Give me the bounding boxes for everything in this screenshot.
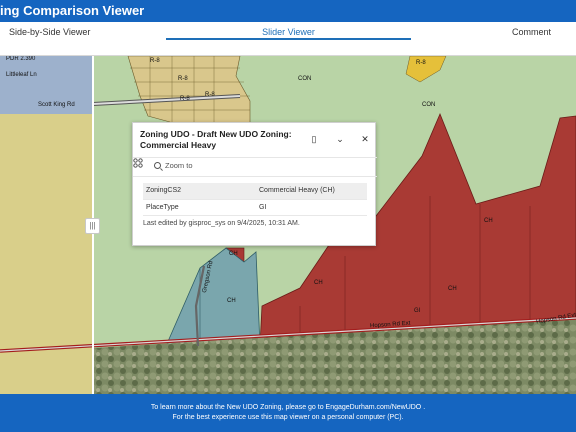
map-label-littleleaf: Littleleaf Ln (6, 72, 37, 78)
tab-side-by-side-label: Side-by-Side Viewer (9, 27, 91, 37)
map-label-ch-e: CH (227, 298, 236, 304)
map-label-r8-c: R-8 (205, 92, 215, 98)
field-key: ZoningCS2 (143, 183, 256, 200)
zoom-to-label: Zoom to (165, 161, 193, 170)
footer-line-1: To learn more about the New UDO Zoning, … (150, 404, 426, 411)
dock-icon[interactable]: ▯ (307, 133, 321, 145)
popup-title: Zoning UDO - Draft New UDO Zoning: Comme… (140, 129, 292, 150)
chevron-down-icon[interactable]: ⌄ (333, 133, 347, 145)
map-view[interactable]: PDR 2.390 Littleleaf Ln Scott King Rd R-… (0, 56, 576, 394)
field-value: Commercial Heavy (CH) (256, 183, 367, 200)
map-label-con-a: CON (422, 102, 436, 108)
map-label-ch-b: CH (448, 286, 457, 292)
field-key: PlaceType (143, 199, 256, 216)
search-icon (154, 162, 161, 169)
map-label-pdr: PDR 2.390 (6, 56, 36, 62)
tab-side-by-side[interactable]: Side-by-Side Viewer (0, 22, 166, 56)
map-label-gi: GI (414, 308, 421, 314)
map-label-r8-a: R-8 (150, 58, 160, 64)
drag-handle-icon[interactable]: ||| (85, 218, 100, 234)
map-label-ch-c: CH (314, 280, 323, 286)
yellow-zone (0, 114, 93, 394)
tab-comment-label: Comment (511, 27, 551, 37)
footer-line-2: For the best experience use this map vie… (172, 414, 404, 421)
app-title: ing Comparison Viewer (0, 3, 145, 18)
close-icon[interactable]: ✕ (358, 133, 372, 145)
app-header: ing Comparison Viewer (0, 0, 576, 22)
map-label-con-b: CON (298, 76, 312, 82)
attribute-table: ZoningCS2 Commercial Heavy (CH) PlaceTyp… (143, 183, 367, 216)
map-label-ch-d: CH (229, 251, 238, 257)
viewer-tabs: Side-by-Side Viewer Slider Viewer Commen… (0, 22, 576, 56)
map-label-r8-b: R-8 (178, 76, 188, 82)
last-edited-note: Last edited by gisproc_sys on 9/4/2025, … (143, 220, 300, 227)
zoom-to-button[interactable]: Zoom to (154, 161, 193, 174)
popup-actions-bar: Zoom to (133, 157, 377, 177)
map-label-r8-e: R-8 (416, 60, 426, 66)
table-row: PlaceType GI (143, 199, 367, 216)
info-footer: To learn more about the New UDO Zoning, … (0, 394, 576, 432)
feature-popup: Zoning UDO - Draft New UDO Zoning: Comme… (132, 122, 377, 246)
grid-menu-icon[interactable] (133, 158, 143, 168)
active-tab-underline (166, 38, 411, 40)
field-value: GI (256, 199, 367, 216)
tab-comment[interactable]: Comment (411, 22, 576, 56)
map-label-scott-king: Scott King Rd (38, 102, 75, 108)
table-row: ZoningCS2 Commercial Heavy (CH) (143, 183, 367, 200)
tab-slider[interactable]: Slider Viewer (166, 22, 411, 56)
map-label-r8-d: R-8 (180, 96, 190, 102)
map-label-ch-a: CH (484, 218, 493, 224)
